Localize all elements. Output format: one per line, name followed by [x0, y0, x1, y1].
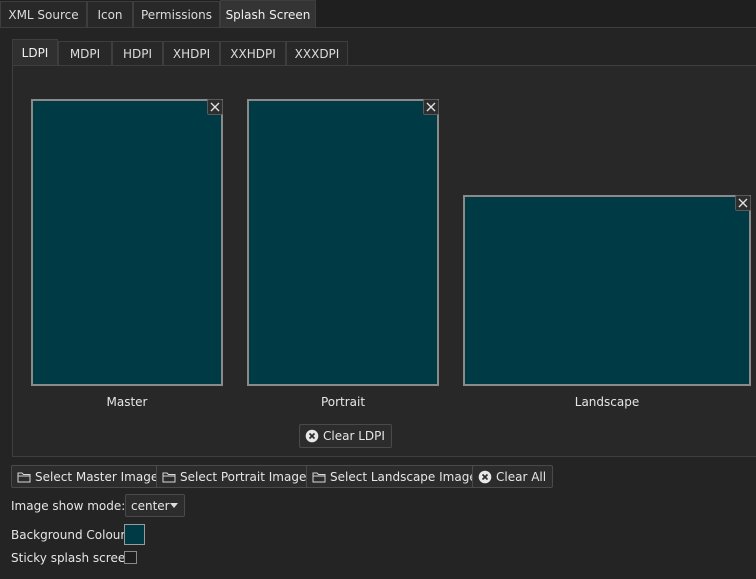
landscape-remove-button[interactable]	[735, 195, 751, 211]
tab-xxhdpi[interactable]: XXHDPI	[220, 41, 286, 66]
tab-hdpi[interactable]: HDPI	[112, 41, 163, 66]
close-icon	[210, 102, 220, 112]
image-show-mode-value: center	[131, 498, 170, 513]
tab-label: XXHDPI	[230, 47, 276, 61]
tab-label: LDPI	[21, 46, 49, 60]
tab-label: Permissions	[141, 8, 212, 22]
tab-label: XXXDPI	[294, 47, 340, 61]
clear-circle-icon	[478, 470, 492, 484]
tab-label: XML Source	[8, 8, 79, 22]
image-show-mode-select[interactable]: center	[125, 494, 185, 517]
sticky-splash-checkbox[interactable]	[124, 551, 137, 564]
button-label: Select Master Image	[35, 469, 159, 484]
select-master-image-button[interactable]: Select Master Image	[11, 465, 166, 488]
sticky-splash-label: Sticky splash screen:	[11, 551, 137, 565]
button-label: Clear LDPI	[323, 429, 385, 443]
tab-label: Splash Screen	[225, 7, 311, 22]
close-icon	[738, 198, 748, 208]
tab-xml-source[interactable]: XML Source	[0, 1, 87, 28]
chevron-down-icon	[170, 503, 178, 508]
folder-icon	[162, 470, 176, 484]
master-remove-button[interactable]	[207, 99, 223, 115]
tab-ldpi[interactable]: LDPI	[12, 39, 58, 66]
image-show-mode-label: Image show mode:	[11, 499, 126, 513]
tab-label: HDPI	[122, 47, 153, 61]
close-icon	[426, 102, 436, 112]
master-caption: Master	[106, 395, 148, 409]
button-label: Select Landscape Image	[330, 469, 477, 484]
clear-all-button[interactable]: Clear All	[472, 465, 554, 488]
select-landscape-image-button[interactable]: Select Landscape Image	[306, 465, 484, 488]
landscape-caption: Landscape	[574, 395, 640, 409]
background-colour-label: Background Colour:	[11, 528, 130, 542]
master-preview[interactable]	[31, 99, 223, 386]
portrait-preview[interactable]	[247, 99, 439, 386]
background-colour-swatch[interactable]	[124, 524, 145, 545]
button-label: Clear All	[496, 469, 547, 484]
folder-icon	[312, 470, 326, 484]
tab-mdpi[interactable]: MDPI	[58, 41, 112, 66]
clear-ldpi-button[interactable]: Clear LDPI	[299, 424, 392, 448]
tab-xxxdpi[interactable]: XXXDPI	[286, 41, 348, 66]
tab-label: XHDPI	[172, 47, 211, 61]
tab-permissions[interactable]: Permissions	[133, 1, 220, 28]
folder-icon	[17, 470, 31, 484]
tab-icon[interactable]: Icon	[87, 1, 133, 28]
tab-xhdpi[interactable]: XHDPI	[163, 41, 220, 66]
portrait-remove-button[interactable]	[423, 99, 439, 115]
main-tab-bar: XML Source Icon Permissions Splash Scree…	[0, 0, 756, 28]
button-label: Select Portrait Image	[180, 469, 307, 484]
tab-label: MDPI	[69, 47, 101, 61]
landscape-preview[interactable]	[463, 195, 751, 386]
tab-label: Icon	[97, 8, 123, 22]
portrait-caption: Portrait	[320, 395, 366, 409]
clear-circle-icon	[305, 429, 319, 443]
tab-splash-screen[interactable]: Splash Screen	[220, 0, 316, 28]
select-portrait-image-button[interactable]: Select Portrait Image	[156, 465, 314, 488]
